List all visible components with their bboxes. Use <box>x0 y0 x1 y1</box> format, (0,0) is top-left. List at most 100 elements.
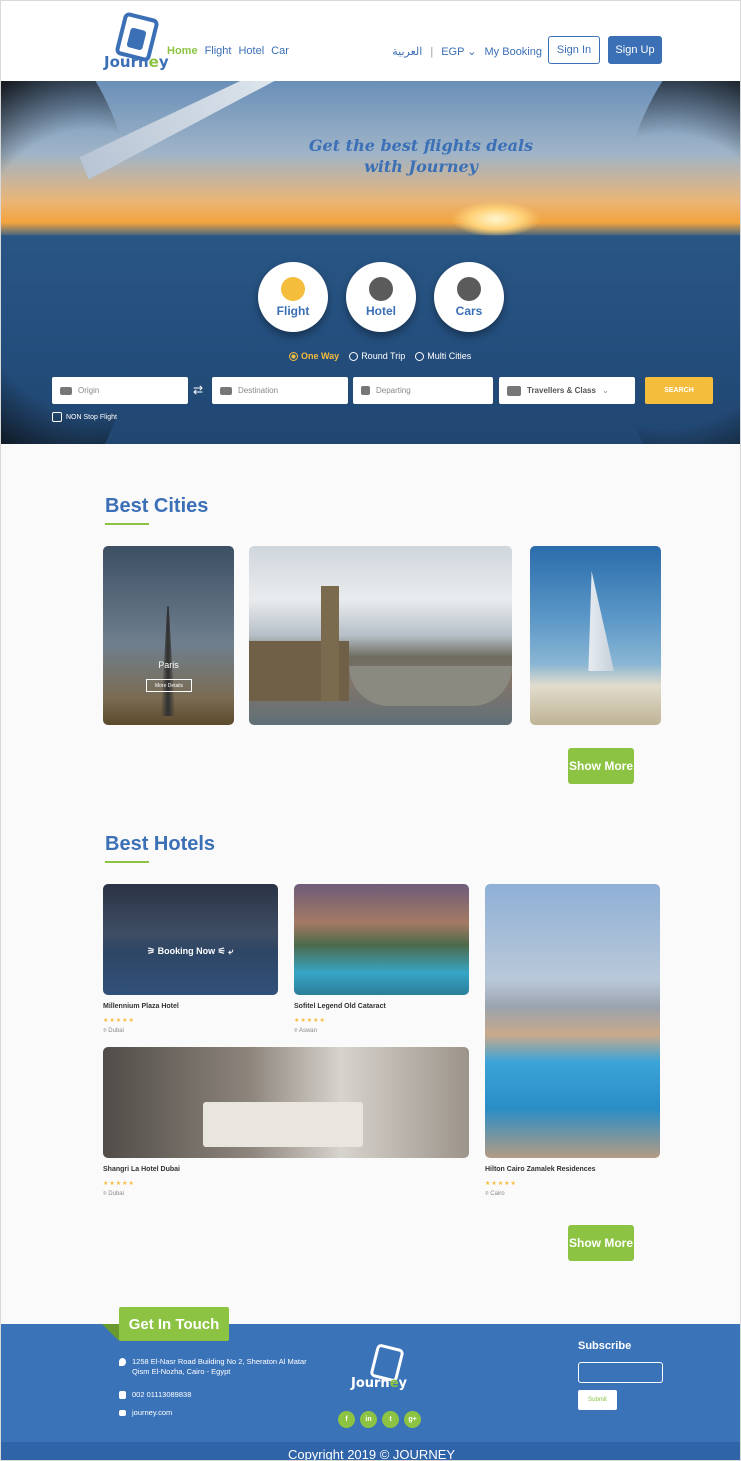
takeoff-icon <box>60 386 72 395</box>
star-rating: ★★★★★ <box>485 1181 517 1187</box>
ribbon-fold <box>102 1324 119 1341</box>
star-rating: ★★★★★ <box>103 1181 135 1187</box>
hotel-card-image-shangri-la[interactable] <box>103 1047 469 1158</box>
origin-input[interactable]: Origin <box>52 377 188 404</box>
airplane-icon <box>281 276 305 301</box>
burj-al-arab-image <box>588 571 614 671</box>
social-links: f in t g+ <box>338 1411 421 1428</box>
phone-icon <box>119 1391 126 1399</box>
hotel-name[interactable]: Sofitel Legend Old Cataract <box>294 1003 386 1010</box>
nav-flight[interactable]: Flight <box>205 45 232 57</box>
bridge-image <box>349 666 512 706</box>
utility-nav: العربية | EGP ⌄ My Booking <box>392 45 542 59</box>
hotel-location: ⌾ Cairo <box>485 1191 505 1197</box>
hotel-card-image-millennium[interactable]: ⚞ Booking Now ⚟ ⤶ <box>103 884 278 995</box>
tab-hotel[interactable]: Hotel <box>346 262 416 332</box>
best-cities-title: Best Cities <box>105 495 209 517</box>
hotels-show-more-button[interactable]: Show More <box>568 1225 634 1261</box>
hotel-card-image-sofitel[interactable] <box>294 884 469 995</box>
hotel-name[interactable]: Millennium Plaza Hotel <box>103 1003 179 1010</box>
location-pin-icon: ⌾ <box>485 1191 489 1197</box>
radio-icon <box>415 351 425 361</box>
travellers-class-dropdown[interactable]: Travellers & Class ⌄ <box>499 377 635 404</box>
currency-dropdown[interactable]: EGP ⌄ <box>441 45 476 58</box>
star-rating: ★★★★★ <box>103 1018 135 1024</box>
radio-round-trip[interactable]: Round Trip <box>349 351 405 361</box>
submit-button[interactable]: Submit <box>578 1390 617 1410</box>
sign-in-button[interactable]: Sign In <box>548 36 600 64</box>
footer-email[interactable]: journey.com <box>119 1408 172 1418</box>
hotel-name[interactable]: Hilton Cairo Zamalek Residences <box>485 1166 595 1173</box>
nav-separator: | <box>430 45 434 58</box>
location-pin-icon: ⌾ <box>103 1191 107 1197</box>
page: Journey Home Flight Hotel Car العربية | … <box>0 0 741 1461</box>
language-switch[interactable]: العربية <box>392 45 422 58</box>
bed-image <box>203 1102 363 1147</box>
logo-wordmark: Journey <box>104 53 169 71</box>
nav-car[interactable]: Car <box>271 45 289 57</box>
search-button[interactable]: SEARCH <box>645 377 713 404</box>
title-underline <box>105 523 149 525</box>
travellers-icon <box>507 385 521 396</box>
calendar-icon <box>361 386 370 395</box>
nav-home[interactable]: Home <box>167 45 198 57</box>
hotel-location: ⌾ Aswan <box>294 1028 317 1034</box>
best-hotels-title: Best Hotels <box>105 833 216 855</box>
location-pin-icon: ⌾ <box>103 1028 107 1034</box>
city-card-dubai[interactable] <box>530 546 661 725</box>
tab-flight[interactable]: Flight <box>258 262 328 332</box>
copyright-bar: Copyright 2019 © JOURNEY <box>1 1442 740 1460</box>
location-pin-icon: ⌾ <box>294 1028 298 1034</box>
mail-icon <box>119 1410 126 1416</box>
chevron-down-icon: ⌄ <box>467 46 477 58</box>
hotel-location: ⌾ Dubai <box>103 1028 124 1034</box>
journey-logo[interactable]: Journey <box>101 11 169 73</box>
star-rating: ★★★★★ <box>294 1018 326 1024</box>
landing-icon <box>220 386 232 395</box>
radio-multi-cities[interactable]: Multi Cities <box>415 351 471 361</box>
big-ben-image <box>321 586 339 701</box>
facebook-icon[interactable]: f <box>338 1411 355 1428</box>
city-name: Paris <box>158 660 179 670</box>
city-card-london[interactable] <box>249 546 512 725</box>
car-icon <box>457 276 481 301</box>
radio-one-way[interactable]: One Way <box>289 351 339 361</box>
footer-phone[interactable]: 002 01113089838 <box>119 1390 191 1400</box>
hotel-location: ⌾ Dubai <box>103 1191 124 1197</box>
footer-logo[interactable]: Journey <box>351 1343 411 1406</box>
header: Journey Home Flight Hotel Car العربية | … <box>1 1 740 81</box>
departing-date-input[interactable]: Departing <box>353 377 493 404</box>
title-underline <box>105 861 149 863</box>
nav-hotel[interactable]: Hotel <box>238 45 264 57</box>
twitter-icon[interactable]: t <box>382 1411 399 1428</box>
more-details-button[interactable]: More Details <box>146 679 192 692</box>
arrow-icon: ⤶ <box>228 946 234 956</box>
hotel-name[interactable]: Shangri La Hotel Dubai <box>103 1166 180 1173</box>
non-stop-checkbox[interactable]: NON Stop Flight <box>52 412 117 422</box>
linkedin-icon[interactable]: in <box>360 1411 377 1428</box>
city-card-paris[interactable]: Paris More Details <box>103 546 234 725</box>
booking-now-label[interactable]: ⚞ Booking Now ⚟ ⤶ <box>147 946 233 957</box>
google-plus-icon[interactable]: g+ <box>404 1411 421 1428</box>
radio-icon <box>349 351 359 361</box>
get-in-touch-ribbon: Get In Touch <box>119 1307 229 1341</box>
my-booking-link[interactable]: My Booking <box>485 46 542 58</box>
destination-input[interactable]: Destination <box>212 377 348 404</box>
main-nav: Home Flight Hotel Car <box>167 45 289 57</box>
hero-title: Get the best flights deals with Journey <box>308 136 534 176</box>
sunset-glow <box>451 201 541 237</box>
trip-type-radios: One Way Round Trip Multi Cities <box>289 351 471 361</box>
hotel-icon <box>369 276 393 301</box>
checkbox-icon <box>52 412 62 422</box>
radio-selected-icon <box>289 351 298 361</box>
sign-up-button[interactable]: Sign Up <box>608 36 662 64</box>
location-pin-icon <box>119 1358 126 1366</box>
tab-cars[interactable]: Cars <box>434 262 504 332</box>
swap-icon[interactable]: ⇄ <box>193 383 203 397</box>
footer-address: 1258 El-Nasr Road Building No 2, Sherato… <box>119 1357 307 1377</box>
subscribe-email-input[interactable] <box>578 1362 663 1383</box>
subscribe-title: Subscribe <box>578 1340 632 1352</box>
chevron-down-icon: ⌄ <box>601 386 609 395</box>
cities-show-more-button[interactable]: Show More <box>568 748 634 784</box>
hotel-card-image-hilton[interactable] <box>485 884 660 1158</box>
